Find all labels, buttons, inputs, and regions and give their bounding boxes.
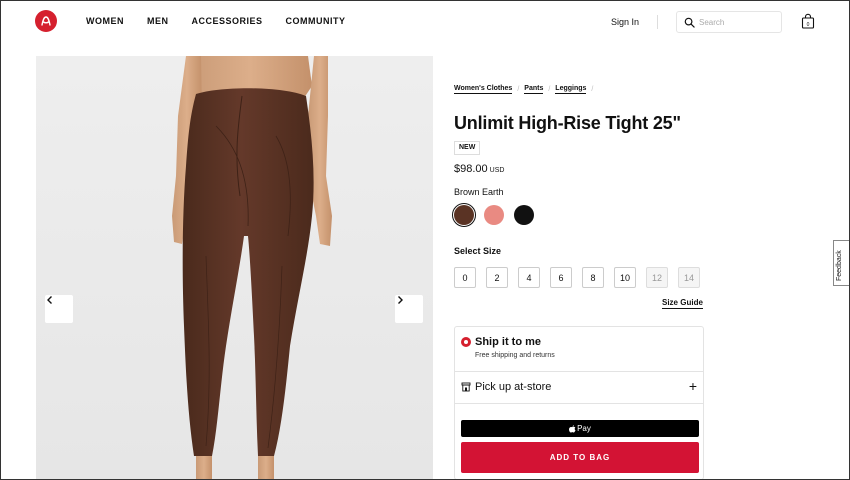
breadcrumb: Women's Clothes / Pants / Leggings /	[454, 85, 598, 94]
search-input[interactable]	[699, 16, 777, 29]
color-swatches	[452, 203, 536, 227]
search-icon	[684, 17, 695, 28]
search-box[interactable]	[676, 11, 782, 33]
pickup-title: Pick up at-store	[475, 381, 552, 393]
price-currency: USD	[489, 167, 505, 174]
breadcrumb-separator: /	[517, 86, 520, 93]
store-icon	[461, 382, 471, 392]
ship-it-title: Ship it to me	[475, 336, 541, 348]
feedback-tab[interactable]: Feedback	[833, 240, 849, 286]
apple-icon	[569, 424, 576, 433]
product-price: $98.00 USD	[454, 163, 504, 175]
shopping-bag-icon[interactable]: 0	[801, 13, 815, 29]
fulfillment-panel: Ship it to me Free shipping and returns …	[454, 326, 704, 480]
site-header: WOMEN MEN ACCESSORIES COMMUNITY Sign In …	[0, 0, 850, 42]
selected-color-name: Brown Earth	[454, 187, 504, 197]
model-wearing-leggings-image	[36, 56, 433, 480]
chevron-left-icon	[47, 296, 52, 304]
nav-men[interactable]: MEN	[147, 16, 169, 26]
size-guide-link[interactable]: Size Guide	[662, 298, 703, 309]
header-divider	[657, 15, 658, 29]
bag-count: 0	[807, 22, 810, 28]
ship-it-option[interactable]: Ship it to me Free shipping and returns	[455, 327, 703, 372]
add-to-bag-button[interactable]: ADD TO BAG	[461, 442, 699, 473]
nav-accessories[interactable]: ACCESSORIES	[192, 16, 263, 26]
breadcrumb-leggings[interactable]: Leggings	[555, 85, 587, 94]
pickup-option[interactable]: Pick up at-store +	[455, 372, 703, 404]
select-size-label: Select Size	[454, 246, 502, 256]
previous-image-button[interactable]	[45, 295, 73, 323]
breadcrumb-pants[interactable]: Pants	[524, 85, 544, 94]
new-badge: NEW	[454, 141, 481, 155]
swatch-pink[interactable]	[482, 203, 506, 227]
apple-pay-label: Pay	[577, 424, 591, 433]
expand-plus-icon[interactable]: +	[689, 378, 697, 394]
breadcrumb-womens-clothes[interactable]: Women's Clothes	[454, 85, 513, 94]
feedback-label: Feedback	[836, 250, 843, 281]
logo-icon	[41, 16, 51, 26]
nav-women[interactable]: WOMEN	[86, 16, 124, 26]
swatch-brown-earth[interactable]	[452, 203, 476, 227]
size-6[interactable]: 6	[550, 267, 572, 288]
product-image	[36, 56, 433, 480]
apple-pay-button[interactable]: Pay	[461, 420, 699, 437]
sign-in-link[interactable]: Sign In	[611, 17, 639, 27]
size-2[interactable]: 2	[486, 267, 508, 288]
size-4[interactable]: 4	[518, 267, 540, 288]
size-8[interactable]: 8	[582, 267, 604, 288]
size-14[interactable]: 14	[678, 267, 700, 288]
size-10[interactable]: 10	[614, 267, 636, 288]
ship-it-subtitle: Free shipping and returns	[475, 352, 555, 359]
size-12[interactable]: 12	[646, 267, 668, 288]
chevron-right-icon	[398, 296, 403, 304]
breadcrumb-separator: /	[548, 86, 551, 93]
radio-selected-icon[interactable]	[461, 337, 471, 347]
main-nav: WOMEN MEN ACCESSORIES COMMUNITY	[86, 16, 369, 26]
price-value: $98.00	[454, 163, 488, 175]
lululemon-logo[interactable]	[35, 10, 57, 32]
nav-community[interactable]: COMMUNITY	[286, 16, 346, 26]
swatch-black[interactable]	[512, 203, 536, 227]
next-image-button[interactable]	[395, 295, 423, 323]
size-0[interactable]: 0	[454, 267, 476, 288]
product-title: Unlimit High-Rise Tight 25"	[454, 113, 681, 133]
breadcrumb-separator: /	[591, 86, 594, 93]
size-options: 0 2 4 6 8 10 12 14	[454, 267, 700, 288]
